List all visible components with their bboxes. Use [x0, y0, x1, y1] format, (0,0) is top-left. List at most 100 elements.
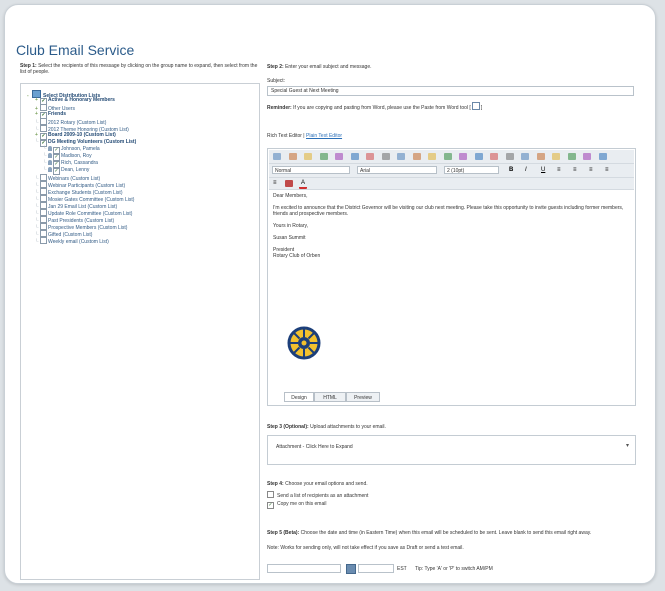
step3-instructions: Step 3 (Optional): Upload attachments to…: [267, 424, 386, 430]
tree-group[interactable]: └ Past Presidents (Custom List): [27, 216, 136, 224]
toolbar-button-icon[interactable]: [335, 153, 343, 160]
editor-content[interactable]: Dear Members, I'm excited to announce tha…: [273, 193, 630, 265]
tree-root[interactable]: - Select Distribution Lists: [27, 90, 136, 99]
tree-checkbox[interactable]: [40, 125, 47, 132]
tree-group[interactable]: └ Prospective Members (Custom List): [27, 223, 136, 231]
tab-html[interactable]: HTML: [314, 392, 346, 402]
plain-text-editor-link[interactable]: Plain Text Editor: [306, 133, 342, 139]
tree-group[interactable]: └ Exchange Students (Custom List): [27, 188, 136, 196]
clipboard-icon[interactable]: [471, 102, 480, 110]
toolbar-button-icon[interactable]: [505, 153, 514, 160]
font-select[interactable]: Arial: [357, 166, 437, 174]
tree-item-label[interactable]: Active & Honorary Members: [48, 97, 115, 103]
tree-group[interactable]: └ Webinars (Custom List): [27, 174, 136, 182]
tree-person[interactable]: └ ✓ Dean, Lenny: [27, 167, 136, 175]
toolbar-button-icon[interactable]: [304, 153, 312, 160]
tree-checkbox[interactable]: [40, 216, 47, 223]
tree-group[interactable]: └ Mosier Gates Committee (Custom List): [27, 195, 136, 203]
tree-checkbox[interactable]: [40, 202, 47, 209]
subject-input[interactable]: Special Guest at Next Meeting: [267, 86, 634, 96]
strike-icon[interactable]: ≡: [557, 167, 565, 174]
tree-checkbox[interactable]: [40, 181, 47, 188]
toolbar-button-icon[interactable]: [412, 153, 421, 160]
toolbar-button-icon[interactable]: [350, 153, 359, 160]
toolbar-button-icon[interactable]: [490, 153, 498, 160]
tree-group[interactable]: └ Webinar Participants (Custom List): [27, 181, 136, 189]
tree-group[interactable]: + ✓ Active & Honorary Members: [27, 97, 136, 105]
toolbar-button-icon[interactable]: [598, 153, 607, 160]
checkbox-attach-recipients[interactable]: [267, 491, 274, 498]
tree-checkbox[interactable]: [40, 188, 47, 195]
underline-icon[interactable]: U: [541, 167, 549, 174]
page-title: Club Email Service: [16, 42, 135, 58]
italic-icon[interactable]: I: [525, 167, 533, 174]
format-select[interactable]: Normal: [272, 166, 350, 174]
tree-item-label[interactable]: Madison, Roy: [61, 153, 92, 159]
tree-person[interactable]: └ ✓ Rich, Cassandra: [27, 160, 136, 168]
tree-group[interactable]: └ Gifted (Custom List): [27, 230, 136, 238]
toolbar-button-icon[interactable]: [273, 153, 281, 160]
attachment-panel[interactable]: Attachment - Click Here to Expand ▾: [267, 435, 636, 465]
toolbar-button-icon[interactable]: [552, 153, 560, 160]
tree-item-label[interactable]: Friends: [48, 111, 66, 117]
highlight-icon[interactable]: [285, 180, 293, 187]
toolbar-button-icon[interactable]: [521, 153, 529, 160]
toolbar-button-icon[interactable]: [567, 153, 576, 160]
tree-group[interactable]: + ✓ Friends: [27, 111, 136, 119]
tree-item-label[interactable]: Dean, Lenny: [61, 167, 89, 173]
font-color-icon[interactable]: A: [299, 180, 307, 189]
toolbar-button-icon[interactable]: [536, 153, 545, 160]
tree-group[interactable]: └ Jan 29 Email List (Custom List): [27, 202, 136, 210]
tree-checkbox[interactable]: [40, 237, 47, 244]
tree-item-label[interactable]: Rich, Cassandra: [61, 160, 98, 166]
toolbar-button-icon[interactable]: [381, 153, 390, 160]
tree-checkbox[interactable]: [40, 195, 47, 202]
tree-checkbox[interactable]: [40, 209, 47, 216]
tree-group[interactable]: + ✓ Board 2009-10 (Custom List): [27, 132, 136, 140]
toolbar-button-icon[interactable]: [319, 153, 328, 160]
tree-checkbox[interactable]: [40, 118, 47, 125]
tree-item-label[interactable]: Board 2009-10 (Custom List): [48, 132, 116, 138]
expand-arrow-icon[interactable]: ▾: [626, 442, 629, 449]
toolbar-button-icon[interactable]: [428, 153, 436, 160]
tree-checkbox[interactable]: [40, 230, 47, 237]
align-right-icon[interactable]: ≡: [605, 167, 613, 174]
tree-checkbox[interactable]: [40, 223, 47, 230]
toolbar-button-icon[interactable]: [459, 153, 467, 160]
option-copy-me[interactable]: ✓ Copy me on this email: [267, 501, 326, 509]
calendar-icon[interactable]: [346, 564, 356, 574]
toolbar-button-icon[interactable]: [366, 153, 374, 160]
toolbar-button-icon[interactable]: [443, 153, 452, 160]
tree-group[interactable]: └ Update Role Committee (Custom List): [27, 209, 136, 217]
size-select[interactable]: 2 (10pt): [444, 166, 499, 174]
tree-item-label[interactable]: DG Meeting Volunteers (Custom List): [48, 139, 136, 145]
tree-checkbox[interactable]: [40, 174, 47, 181]
tab-preview[interactable]: Preview: [346, 392, 380, 402]
toolbar-button-icon[interactable]: [583, 153, 591, 160]
tree-item-label[interactable]: Johnson, Pamela: [61, 146, 100, 152]
tree-item-label[interactable]: Weekly email (Custom List): [48, 239, 109, 245]
bold-icon[interactable]: B: [509, 167, 517, 174]
tab-design[interactable]: Design: [284, 392, 314, 402]
option1-label: Send a list of recipients as an attachme…: [277, 493, 369, 499]
toolbar-button-icon[interactable]: [288, 153, 297, 160]
tree-group[interactable]: └ 2012 Theme Honoring (Custom List): [27, 125, 136, 133]
checkbox-copy-me[interactable]: ✓: [267, 502, 274, 509]
attachment-expand-text[interactable]: Attachment - Click Here to Expand: [276, 444, 353, 450]
tree-group[interactable]: + Other Users: [27, 104, 136, 112]
toolbar-button-icon[interactable]: [397, 153, 405, 160]
toolbar-button-icon[interactable]: [474, 153, 483, 160]
tree-group[interactable]: └ ✓ DG Meeting Volunteers (Custom List): [27, 139, 136, 147]
tree-person[interactable]: └ ✓ Johnson, Pamela: [27, 146, 136, 154]
step4-text: Choose your email options and send.: [285, 481, 368, 487]
tree-group[interactable]: └ Weekly email (Custom List): [27, 237, 136, 245]
option-attach-recipients[interactable]: Send a list of recipients as an attachme…: [267, 491, 368, 499]
schedule-time-input[interactable]: [358, 564, 394, 573]
tree-checkbox[interactable]: [40, 104, 47, 111]
align-left-icon[interactable]: ≡: [573, 167, 581, 174]
align-center-icon[interactable]: ≡: [589, 167, 597, 174]
list-icon[interactable]: ≡: [273, 180, 281, 187]
schedule-date-input[interactable]: [267, 564, 341, 573]
tree-person[interactable]: └ ✓ Madison, Roy: [27, 153, 136, 161]
tree-group[interactable]: └ 2012 Rotary (Custom List): [27, 118, 136, 126]
